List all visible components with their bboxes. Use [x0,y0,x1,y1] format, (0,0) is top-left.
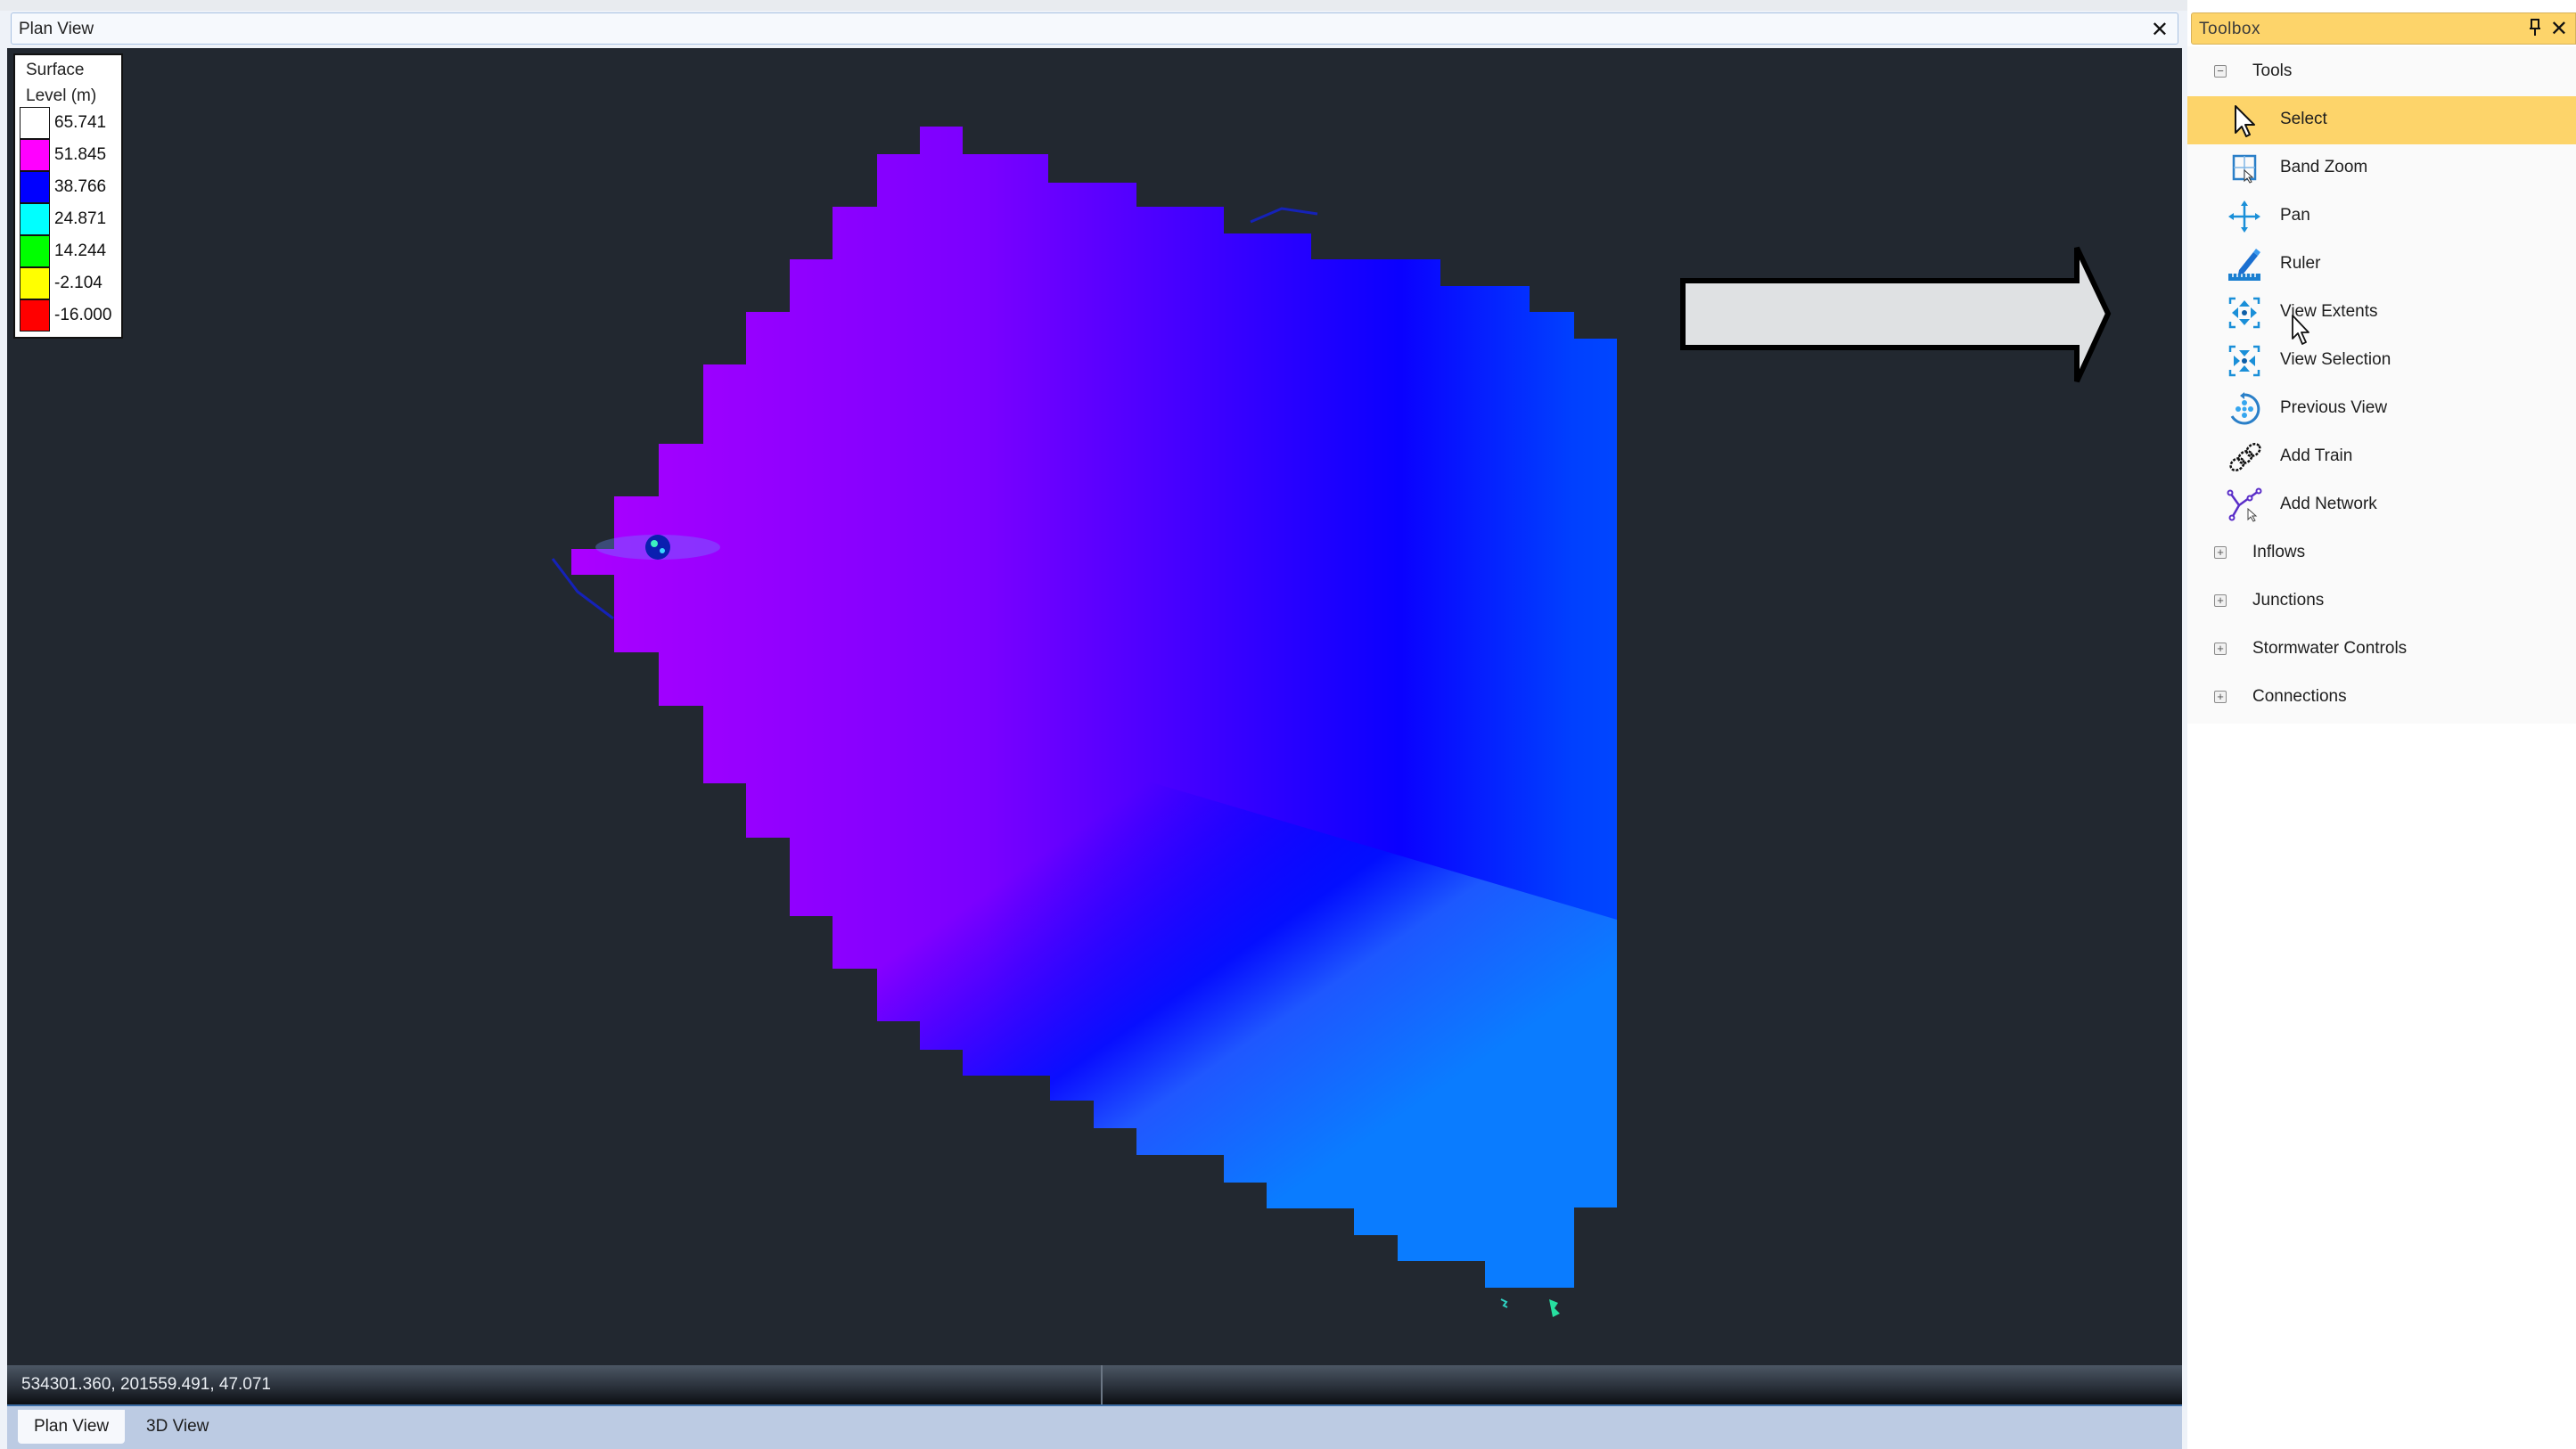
tool-view-selection[interactable]: View Selection [2187,337,2576,385]
previous-view-icon [2227,391,2262,427]
expand-icon[interactable]: + [2214,546,2227,559]
tool-ruler[interactable]: Ruler [2187,241,2576,289]
add-train-icon [2227,439,2262,475]
legend-swatch [20,171,50,203]
view-extents-icon [2227,295,2262,331]
plan-view-title: Plan View [19,20,94,38]
band-zoom-icon [2227,151,2262,186]
add-network-icon [2227,487,2262,523]
legend-swatch [20,299,50,332]
tool-view-extents[interactable]: View Extents [2187,289,2576,337]
tab-plan-view[interactable]: Plan View [18,1410,126,1444]
group-inflows[interactable]: + Inflows [2187,529,2576,577]
expand-icon[interactable]: + [2214,691,2227,703]
drainage-line [1250,207,1318,224]
legend-value: 14.244 [54,242,107,260]
tool-add-train[interactable]: Add Train [2187,433,2576,481]
close-icon[interactable]: ✕ [2550,16,2568,42]
legend-entry: 14.244 [20,235,122,267]
legend-entry: 24.871 [20,203,122,235]
legend-entry: -16.000 [20,299,122,332]
legend-title: Surface Level (m) [26,61,97,105]
status-bar: 534301.360, 201559.491, 47.071 [7,1365,2182,1406]
legend-entry: -2.104 [20,267,122,299]
group-tools[interactable]: − Tools [2187,48,2576,96]
group-connections[interactable]: + Connections [2187,674,2576,722]
tool-select[interactable]: Select [2187,96,2576,144]
outlet-marker [1500,1298,1560,1317]
terrain-hotspot [595,535,720,560]
legend-value: 51.845 [54,145,107,164]
collapse-icon[interactable]: − [2214,65,2227,78]
tab-3d-view[interactable]: 3D View [130,1410,225,1444]
legend-value: 65.741 [54,113,107,132]
legend-value: -2.104 [54,274,103,292]
legend-entry: 38.766 [20,171,122,203]
pointer-arrow-icon [2227,102,2262,138]
legend-swatch [20,267,50,299]
plan-view-header: Plan View ✕ [11,12,2178,45]
legend-swatch [20,139,50,171]
view-tab-strip: Plan View 3D View [7,1406,2182,1449]
legend-swatch [20,203,50,235]
group-stormwater-controls[interactable]: + Stormwater Controls [2187,626,2576,674]
legend-swatch [20,235,50,267]
legend-entry: 51.845 [20,139,122,171]
group-junctions[interactable]: + Junctions [2187,577,2576,626]
cursor-coordinates: 534301.360, 201559.491, 47.071 [21,1375,271,1394]
tool-add-network[interactable]: Add Network [2187,481,2576,529]
tool-previous-view[interactable]: Previous View [2187,385,2576,433]
view-selection-icon [2227,343,2262,379]
status-divider [1101,1365,1103,1404]
pan-icon [2227,199,2262,234]
toolbox-list: − Tools Select Band Zoom Pan Ruler View … [2187,46,2576,724]
pin-icon[interactable] [2529,19,2541,42]
expand-icon[interactable]: + [2214,594,2227,607]
callout-arrow-icon [1680,246,2112,383]
expand-icon[interactable]: + [2214,643,2227,655]
mouse-cursor-icon [2292,315,2309,345]
legend-value: -16.000 [54,306,112,324]
toolbox-header: Toolbox ✕ [2191,12,2576,45]
tool-band-zoom[interactable]: Band Zoom [2187,144,2576,192]
toolbox-panel: Toolbox ✕ − Tools Select Band Zoom Pan R… [2187,0,2576,1449]
tool-pan[interactable]: Pan [2187,192,2576,241]
legend-value: 24.871 [54,209,107,228]
close-icon[interactable]: ✕ [2151,17,2169,43]
legend-value: 38.766 [54,177,107,196]
legend-entry: 65.741 [20,107,122,139]
legend-swatch [20,107,50,139]
ruler-icon [2227,247,2262,282]
toolbox-title: Toolbox [2199,20,2260,38]
surface-level-legend: Surface Level (m) 65.741 51.845 38.766 24.8… [13,53,123,339]
